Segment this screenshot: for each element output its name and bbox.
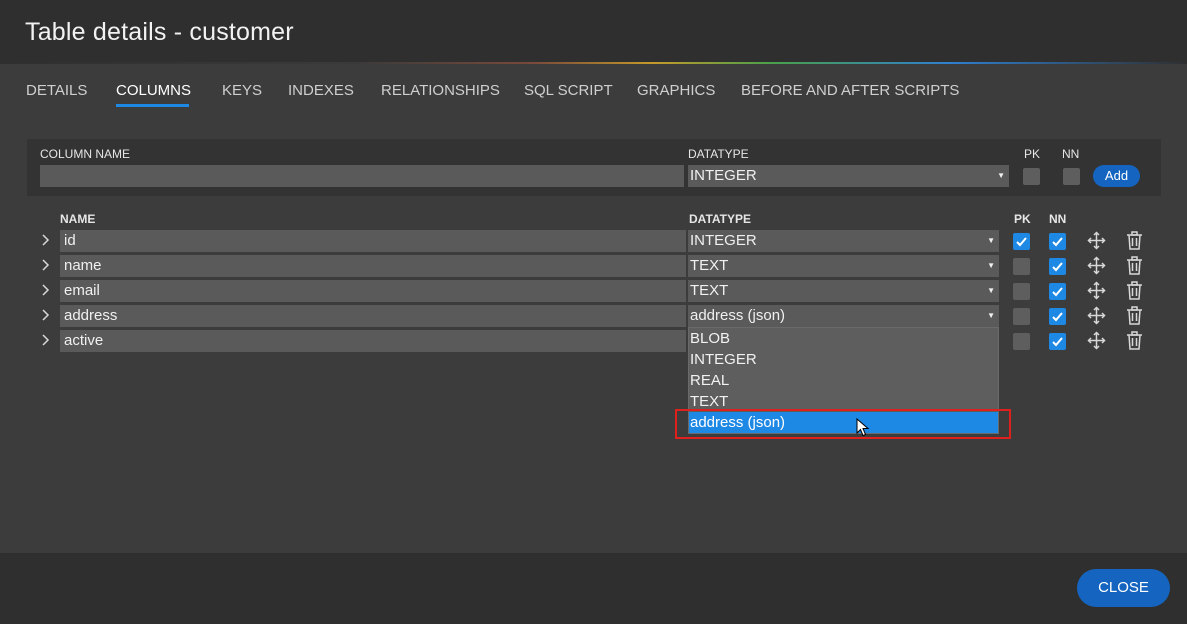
new-datatype-value: INTEGER <box>690 167 757 184</box>
checkmark-icon <box>1052 287 1063 297</box>
column-datatype-value: INTEGER <box>690 232 757 249</box>
trash-icon[interactable] <box>1126 306 1143 330</box>
add-column-button[interactable]: Add <box>1093 165 1140 187</box>
expand-row-chevron-icon[interactable] <box>40 333 52 347</box>
tab-bar: DETAILS COLUMNS KEYS INDEXES RELATIONSHI… <box>0 64 1187 124</box>
pk-checkbox[interactable] <box>1013 233 1030 250</box>
new-datatype-label: DATATYPE <box>688 147 749 161</box>
pk-checkbox[interactable] <box>1013 283 1030 300</box>
dropdown-option[interactable]: INTEGER <box>689 349 998 370</box>
tab-sql-script[interactable]: SQL SCRIPT <box>524 82 613 99</box>
tab-before-after-scripts[interactable]: BEFORE AND AFTER SCRIPTS <box>741 82 959 99</box>
checkmark-icon <box>1016 237 1027 247</box>
name-column-header: NAME <box>60 212 96 226</box>
pk-checkbox[interactable] <box>1013 258 1030 275</box>
column-name-label: COLUMN NAME <box>40 147 131 161</box>
expand-row-chevron-icon[interactable] <box>40 308 52 322</box>
new-pk-checkbox[interactable] <box>1023 168 1040 185</box>
close-button[interactable]: CLOSE <box>1077 569 1170 607</box>
new-nn-checkbox[interactable] <box>1063 168 1080 185</box>
nn-checkbox[interactable] <box>1049 258 1066 275</box>
column-datatype-value: address (json) <box>690 307 786 324</box>
trash-icon[interactable] <box>1126 331 1143 355</box>
datatype-column-header: DATATYPE <box>689 212 751 226</box>
checkmark-icon <box>1052 262 1063 272</box>
pk-checkbox[interactable] <box>1013 333 1030 350</box>
column-datatype-value: TEXT <box>690 282 729 299</box>
column-datatype-select[interactable]: INTEGER ▼ <box>688 230 999 252</box>
move-icon[interactable] <box>1087 281 1106 305</box>
trash-icon[interactable] <box>1126 231 1143 255</box>
column-name-field[interactable] <box>60 230 686 252</box>
column-name-field[interactable] <box>60 305 686 327</box>
move-icon[interactable] <box>1087 306 1106 330</box>
dialog-footer <box>0 553 1187 624</box>
dropdown-option[interactable]: REAL <box>689 370 998 391</box>
dropdown-arrow-icon: ▼ <box>987 236 995 245</box>
trash-icon[interactable] <box>1126 281 1143 305</box>
checkmark-icon <box>1052 312 1063 322</box>
expand-row-chevron-icon[interactable] <box>40 233 52 247</box>
mouse-cursor-icon <box>856 417 870 443</box>
expand-row-chevron-icon[interactable] <box>40 283 52 297</box>
tab-graphics[interactable]: GRAPHICS <box>637 82 715 99</box>
tab-relationships[interactable]: RELATIONSHIPS <box>381 82 500 99</box>
tab-details[interactable]: DETAILS <box>26 82 87 99</box>
column-name-input[interactable] <box>40 165 684 187</box>
dialog-titlebar: Table details - customer <box>0 0 1187 64</box>
column-datatype-select[interactable]: TEXT ▼ <box>688 255 999 277</box>
column-name-field[interactable] <box>60 255 686 277</box>
column-datatype-select[interactable]: address (json) ▼ <box>688 305 999 327</box>
new-pk-label: PK <box>1024 147 1041 161</box>
checkmark-icon <box>1052 337 1063 347</box>
dropdown-option[interactable]: BLOB <box>689 328 998 349</box>
expand-row-chevron-icon[interactable] <box>40 258 52 272</box>
dropdown-arrow-icon: ▼ <box>987 286 995 295</box>
new-datatype-select[interactable]: INTEGER ▼ <box>688 165 1009 187</box>
dialog-title: Table details - customer <box>25 18 294 46</box>
trash-icon[interactable] <box>1126 256 1143 280</box>
move-icon[interactable] <box>1087 256 1106 280</box>
column-name-field[interactable] <box>60 280 686 302</box>
checkmark-icon <box>1052 237 1063 247</box>
nn-column-header: NN <box>1049 212 1067 226</box>
tab-columns[interactable]: COLUMNS <box>116 82 191 99</box>
dropdown-arrow-icon: ▼ <box>997 171 1005 180</box>
pk-column-header: PK <box>1014 212 1031 226</box>
new-nn-label: NN <box>1062 147 1080 161</box>
selection-highlight-box <box>675 409 1011 439</box>
column-name-field[interactable] <box>60 330 686 352</box>
nn-checkbox[interactable] <box>1049 233 1066 250</box>
pk-checkbox[interactable] <box>1013 308 1030 325</box>
move-icon[interactable] <box>1087 331 1106 355</box>
dropdown-arrow-icon: ▼ <box>987 261 995 270</box>
nn-checkbox[interactable] <box>1049 333 1066 350</box>
tab-indexes[interactable]: INDEXES <box>288 82 354 99</box>
dropdown-arrow-icon: ▼ <box>987 311 995 320</box>
nn-checkbox[interactable] <box>1049 308 1066 325</box>
column-datatype-value: TEXT <box>690 257 729 274</box>
active-tab-indicator <box>116 104 189 107</box>
column-datatype-select[interactable]: TEXT ▼ <box>688 280 999 302</box>
tab-keys[interactable]: KEYS <box>222 82 262 99</box>
move-icon[interactable] <box>1087 231 1106 255</box>
nn-checkbox[interactable] <box>1049 283 1066 300</box>
